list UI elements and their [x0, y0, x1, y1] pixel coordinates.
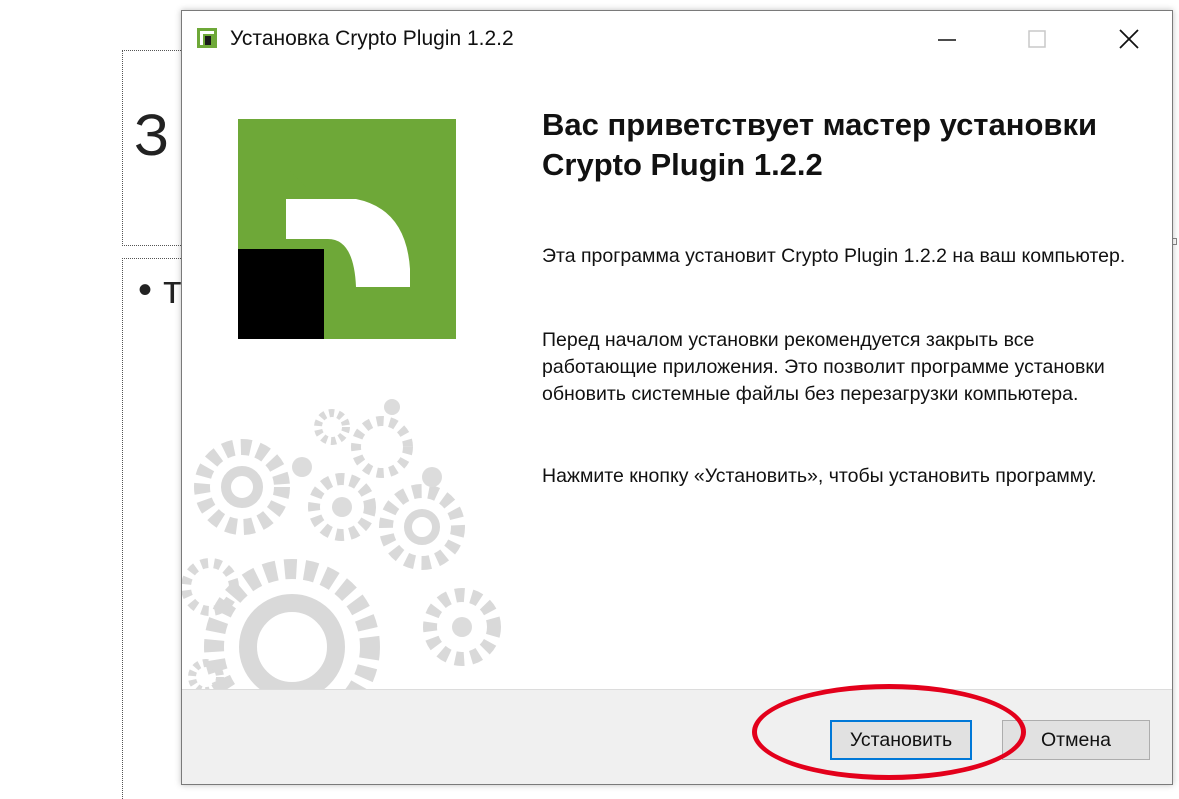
maximize-icon — [1028, 30, 1046, 48]
close-button[interactable] — [1084, 11, 1174, 67]
close-apps-paragraph: Перед началом установки рекомендуется за… — [542, 329, 1105, 405]
minimize-icon — [938, 39, 956, 41]
title-bar[interactable]: Установка Crypto Plugin 1.2.2 — [182, 11, 1172, 67]
highlight-annotation — [752, 684, 1026, 780]
brand-logo — [238, 119, 456, 339]
minimize-button[interactable] — [902, 11, 992, 67]
welcome-heading: Вас приветствует мастер установки Crypto… — [542, 107, 1098, 182]
maximize-button[interactable] — [992, 11, 1082, 67]
installer-logo-icon — [197, 28, 217, 48]
instruction-paragraph: Нажмите кнопку «Установить», чтобы устан… — [542, 465, 1097, 487]
welcome-banner — [182, 67, 522, 689]
gears-decoration — [182, 399, 501, 689]
close-icon — [1119, 29, 1139, 49]
intro-paragraph: Эта программа установит Crypto Plugin 1.… — [542, 245, 1126, 267]
window-title: Установка Crypto Plugin 1.2.2 — [230, 27, 514, 50]
installer-window: Установка Crypto Plugin 1.2.2 Вас привет… — [181, 10, 1173, 785]
slide-title-fragment: З — [134, 103, 170, 168]
slide-bullet-fragment: • т — [138, 268, 182, 312]
